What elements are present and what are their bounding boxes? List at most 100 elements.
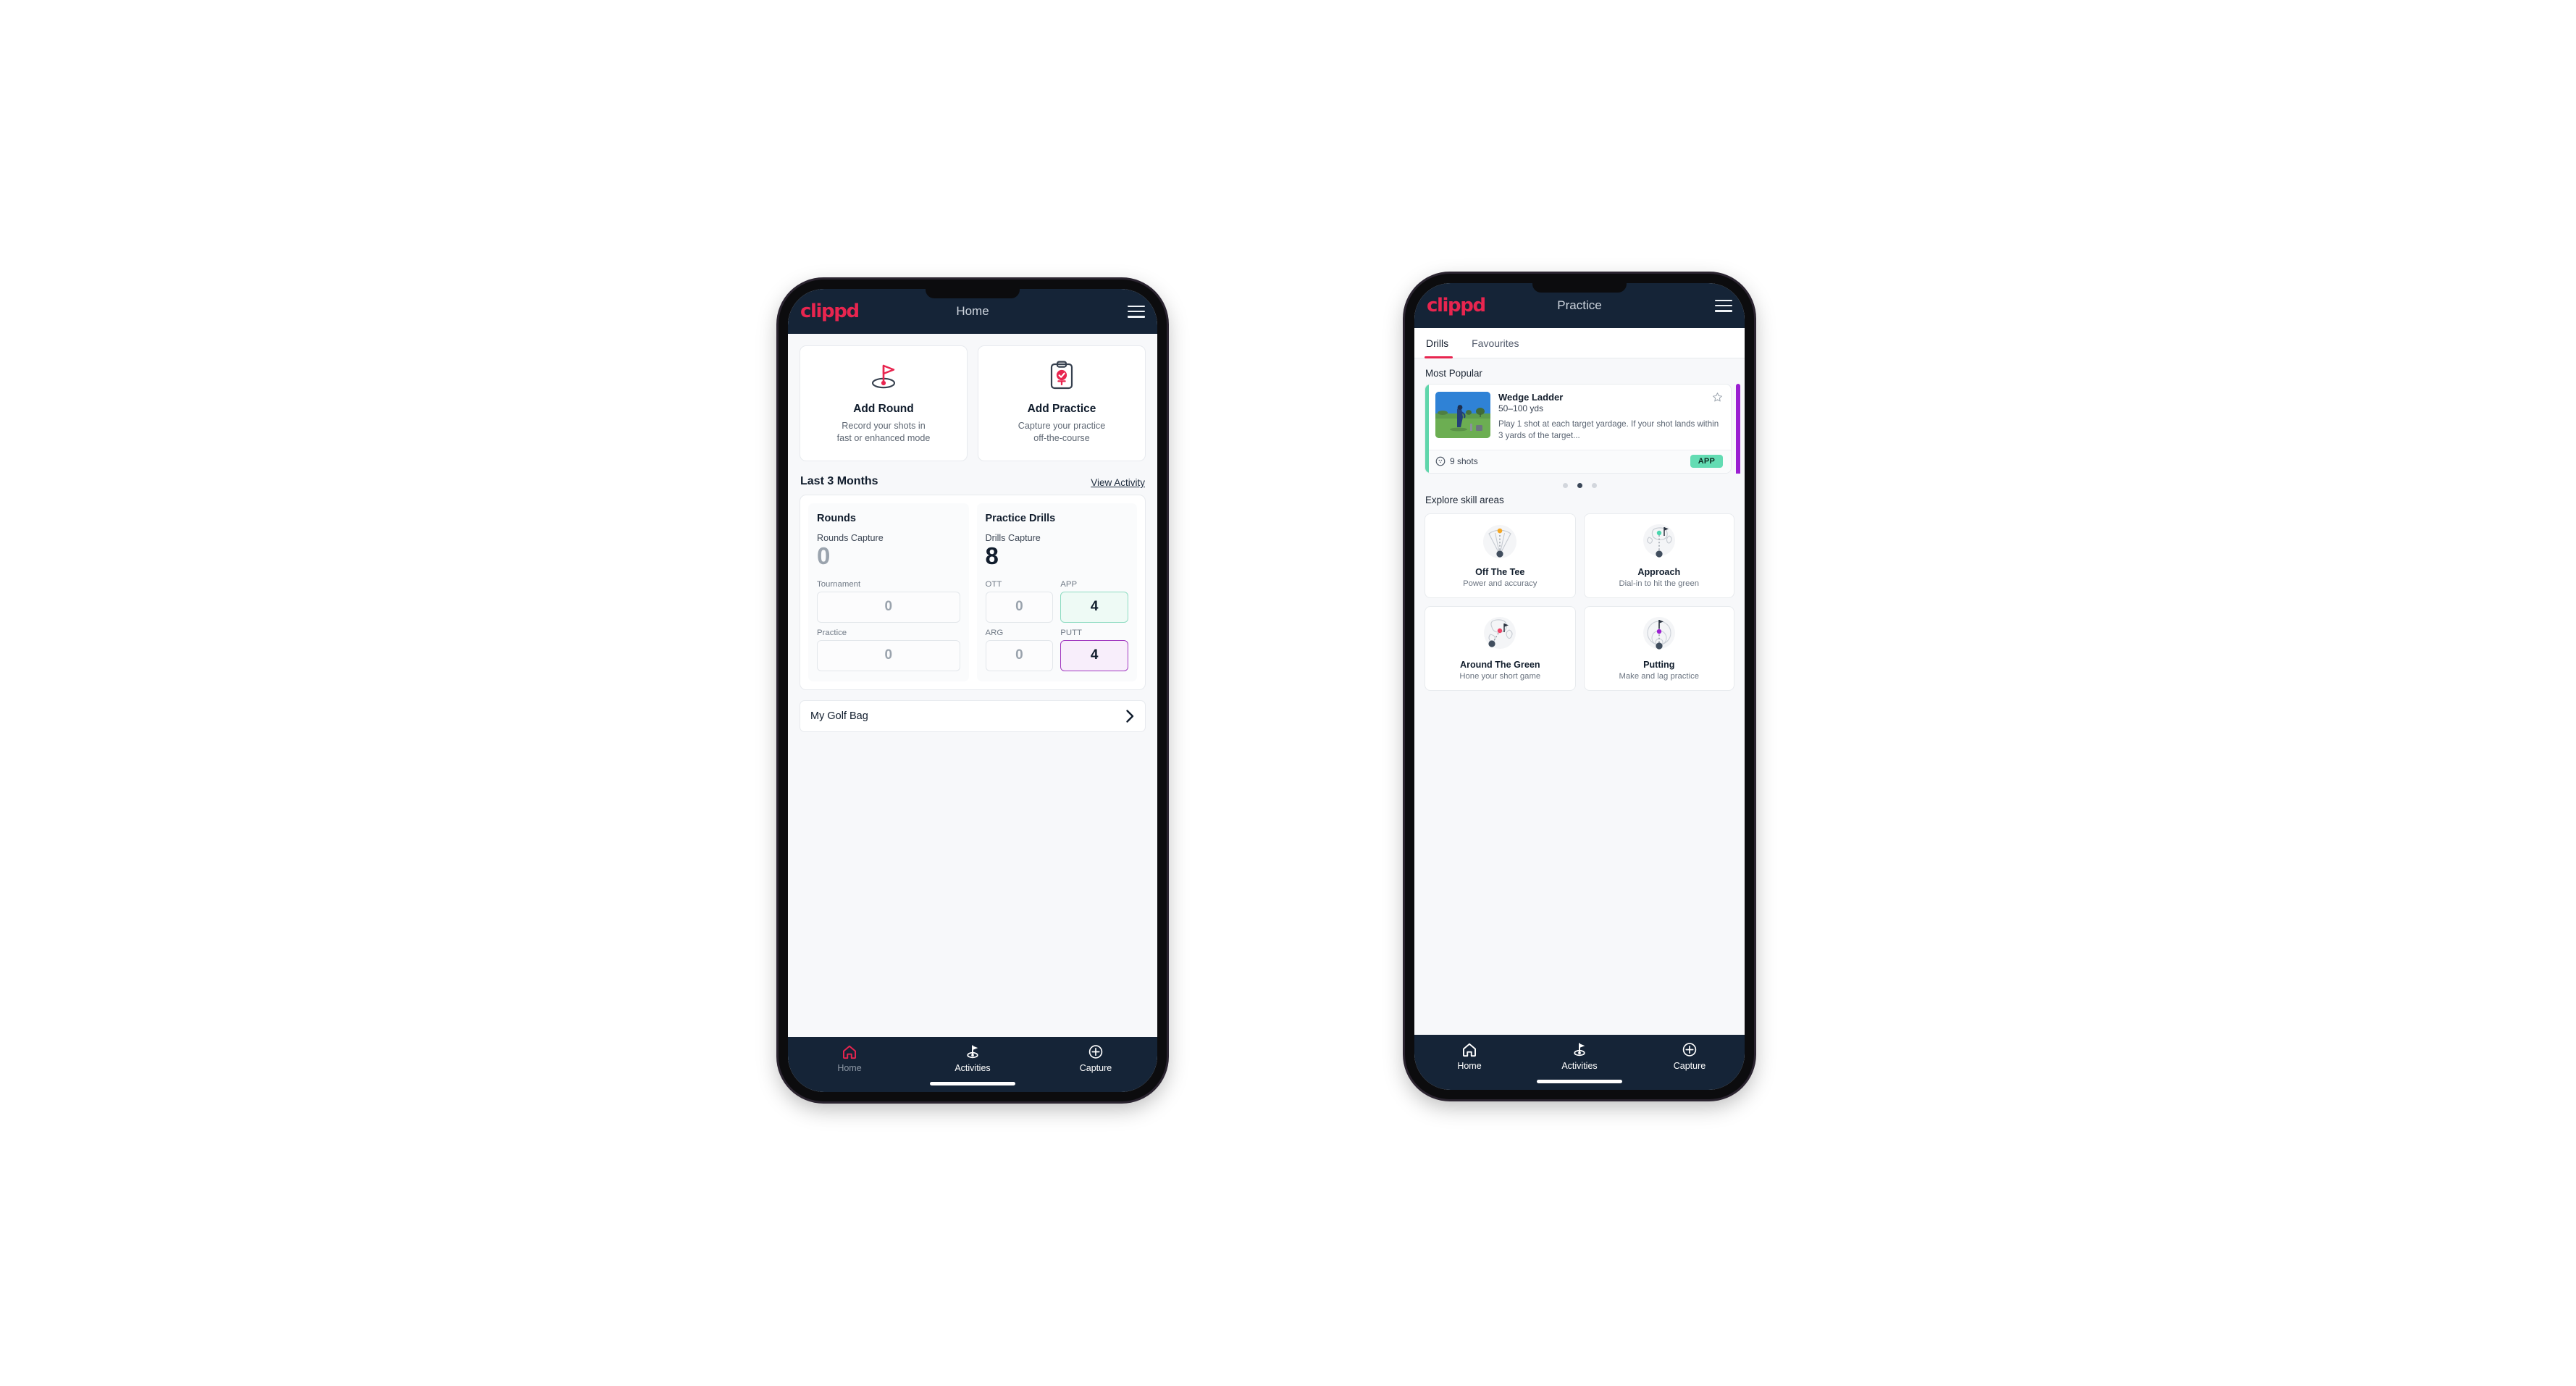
golf-flag-nav-icon <box>967 1045 978 1059</box>
carousel-dot-2[interactable] <box>1577 482 1582 488</box>
add-practice-subtitle: Capture your practice off-the-course <box>1018 420 1105 445</box>
add-round-title: Add Round <box>853 403 914 415</box>
screenshot-canvas: clippd Home Add Round Record your shots … <box>0 0 2576 1386</box>
tile-tournament[interactable]: Tournament 0 <box>817 580 960 623</box>
phone-notch <box>926 289 1020 298</box>
golf-flag-nav-icon <box>1574 1043 1585 1057</box>
drills-heading: Practice Drills <box>985 513 1056 524</box>
tile-practice[interactable]: Practice 0 <box>817 629 960 671</box>
home-indicator <box>930 1082 1015 1085</box>
nav-activities[interactable]: Activities <box>1524 1042 1635 1071</box>
section-title: Last 3 Months <box>800 475 878 487</box>
tile-arg[interactable]: ARG 0 <box>985 628 1054 671</box>
drill-shots: 9 shots <box>1435 456 1478 466</box>
add-practice-subtitle-l1: Capture your practice <box>1018 421 1106 431</box>
bottom-nav-home: Home Activities Capture <box>788 1037 1157 1092</box>
nav-home-label: Home <box>837 1063 862 1073</box>
practice-drills-column: Practice Drills Drills Capture 8 OTT 0 A… <box>976 503 1137 681</box>
plus-circle-icon <box>1088 1045 1103 1059</box>
tab-drills-label: Drills <box>1426 337 1449 349</box>
tile-app-label: APP <box>1060 579 1078 589</box>
nav-capture[interactable]: Capture <box>1635 1042 1745 1071</box>
drills-capture-value: 8 <box>985 542 999 569</box>
tile-practice-label: Practice <box>817 628 847 637</box>
hamburger-icon[interactable] <box>1715 299 1732 312</box>
my-golf-bag-label: My Golf Bag <box>810 710 868 722</box>
most-popular-label: Most Popular <box>1425 368 1482 379</box>
tab-favourites[interactable]: Favourites <box>1461 328 1529 358</box>
tile-ott[interactable]: OTT 0 <box>985 579 1054 623</box>
skill-subtitle: Dial-in to hit the green <box>1619 579 1700 588</box>
nav-capture-label: Capture <box>1079 1063 1112 1073</box>
tab-drills[interactable]: Drills <box>1425 328 1461 358</box>
rounds-capture-value: 0 <box>817 542 831 569</box>
approach-icon <box>1636 522 1682 563</box>
drill-carousel[interactable]: Wedge Ladder 50–100 yds Play 1 shot at e… <box>1414 384 1745 474</box>
rounds-column: Rounds Rounds Capture 0 Tournament 0 Pra… <box>808 503 969 681</box>
skill-title: Around The Green <box>1459 659 1540 670</box>
carousel-dot-3[interactable] <box>1591 482 1597 488</box>
nav-capture[interactable]: Capture <box>1034 1044 1157 1073</box>
tile-app-value: 4 <box>1060 591 1128 623</box>
nav-home[interactable]: Home <box>1414 1042 1524 1071</box>
my-golf-bag-row[interactable]: My Golf Bag <box>800 700 1146 732</box>
tile-arg-value: 0 <box>985 639 1054 671</box>
nav-home-label: Home <box>1457 1061 1482 1071</box>
clippd-logo[interactable]: clippd <box>800 302 860 321</box>
skill-subtitle: Power and accuracy <box>1463 579 1537 588</box>
plus-circle-icon <box>1682 1043 1697 1057</box>
hamburger-icon[interactable] <box>1128 305 1145 318</box>
drill-card-wedge-ladder[interactable]: Wedge Ladder 50–100 yds Play 1 shot at e… <box>1425 384 1732 474</box>
view-activity-link[interactable]: View Activity <box>1091 477 1145 488</box>
tab-favourites-label: Favourites <box>1472 337 1519 349</box>
skill-subtitle: Make and lag practice <box>1619 671 1700 681</box>
skill-title: Approach <box>1637 566 1681 577</box>
tile-practice-value: 0 <box>817 639 960 671</box>
carousel-dot-1[interactable] <box>1562 482 1568 488</box>
skill-card-approach[interactable]: Approach Dial-in to hit the green <box>1583 513 1734 598</box>
next-card-peek[interactable] <box>1736 384 1740 474</box>
tile-tournament-label: Tournament <box>817 579 861 589</box>
chevron-right-icon <box>1126 709 1134 723</box>
practice-tabs: Drills Favourites <box>1414 328 1745 358</box>
add-round-card[interactable]: Add Round Record your shots in fast or e… <box>800 345 968 461</box>
tile-app[interactable]: APP 4 <box>1060 580 1128 623</box>
stats-card: Rounds Rounds Capture 0 Tournament 0 Pra… <box>800 495 1146 690</box>
tile-tournament-value: 0 <box>817 591 960 623</box>
putting-icon <box>1636 615 1682 655</box>
skill-subtitle: Hone your short game <box>1459 671 1541 681</box>
drill-shots-text: 9 shots <box>1450 455 1478 466</box>
drill-accent-bar <box>1425 385 1429 473</box>
clippd-logo[interactable]: clippd <box>1427 296 1486 315</box>
quick-actions-row: Add Round Record your shots in fast or e… <box>788 334 1157 461</box>
drill-yardage: 50–100 yds <box>1498 403 1544 413</box>
home-icon <box>1463 1043 1476 1057</box>
skill-card-off-the-tee[interactable]: Off The Tee Power and accuracy <box>1425 513 1576 598</box>
tile-putt[interactable]: PUTT 4 <box>1060 629 1128 671</box>
rounds-capture-label: Rounds Capture <box>817 533 884 543</box>
skill-card-around-the-green[interactable]: Around The Green Hone your short game <box>1425 605 1576 691</box>
add-practice-title: Add Practice <box>1027 403 1096 415</box>
star-outline-icon[interactable] <box>1712 392 1723 403</box>
bottom-nav-practice: Home Activities Capture <box>1414 1035 1745 1090</box>
tile-arg-label: ARG <box>985 628 1004 637</box>
add-practice-card[interactable]: Add Practice Capture your practice off-t… <box>978 345 1146 461</box>
skill-card-putting[interactable]: Putting Make and lag practice <box>1583 605 1734 691</box>
nav-activities-label: Activities <box>955 1063 991 1073</box>
add-practice-subtitle-l2: off-the-course <box>1033 433 1090 443</box>
nav-home[interactable]: Home <box>788 1044 911 1073</box>
practice-screen-body: Most Popular Wedge Ladder 50–100 yds Pla… <box>1414 358 1745 1035</box>
skill-areas-label: Explore skill areas <box>1425 494 1504 505</box>
phone-home: clippd Home Add Round Record your shots … <box>779 280 1167 1101</box>
drills-capture-label: Drills Capture <box>985 533 1041 543</box>
skill-title: Putting <box>1643 659 1675 670</box>
nav-capture-label: Capture <box>1673 1061 1706 1071</box>
skill-areas-grid: Off The Tee Power and accuracy Approach … <box>1414 511 1745 691</box>
last-3-months-header: Last 3 Months View Activity <box>788 461 1157 495</box>
nav-activities[interactable]: Activities <box>911 1044 1034 1073</box>
drill-description: Play 1 shot at each target yardage. If y… <box>1498 419 1719 441</box>
nav-activities-label: Activities <box>1561 1061 1598 1071</box>
carousel-dots[interactable] <box>1414 474 1745 492</box>
golf-ball-icon <box>1435 456 1446 466</box>
tile-ott-label: OTT <box>985 579 1002 589</box>
